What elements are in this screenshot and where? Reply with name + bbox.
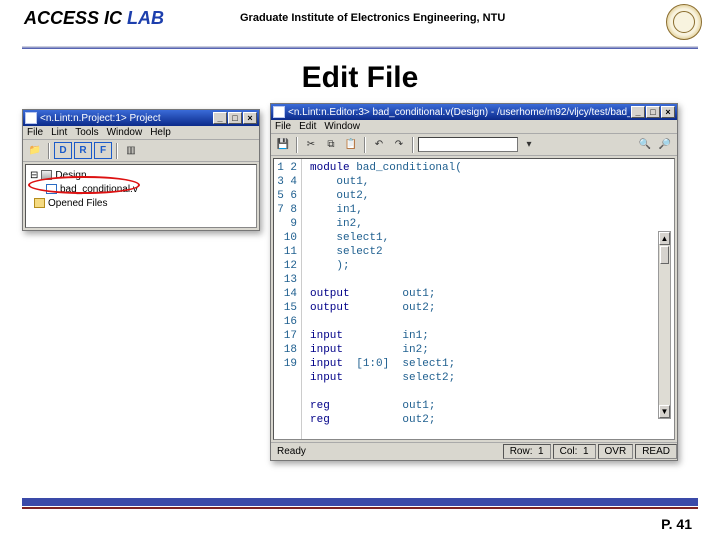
page-title: Edit File	[0, 61, 720, 95]
menu-tools[interactable]: Tools	[75, 127, 98, 138]
maximize-button[interactable]: □	[228, 112, 242, 124]
editor-window-title: <n.Lint:n.Editor:3> bad_conditional.v(De…	[288, 107, 630, 118]
vertical-scrollbar[interactable]: ▲ ▼	[658, 231, 671, 419]
tool-f-button[interactable]: F	[94, 142, 112, 159]
line-gutter: 1 2 3 4 5 6 7 8 9 10 11 12 13 14 15 16 1…	[274, 159, 302, 439]
toolbar-separator	[48, 143, 50, 159]
find-icon[interactable]: 🔍	[636, 136, 654, 153]
save-icon[interactable]: 💾	[274, 136, 292, 153]
lab-title-prefix: ACCESS IC	[24, 8, 127, 28]
undo-icon[interactable]: ↶	[370, 136, 388, 153]
code-editor[interactable]: 1 2 3 4 5 6 7 8 9 10 11 12 13 14 15 16 1…	[273, 158, 675, 440]
toolbar-separator	[412, 137, 414, 153]
status-ovr: OVR	[598, 444, 634, 459]
paste-icon[interactable]: 📋	[342, 136, 360, 153]
menu-lint[interactable]: Lint	[51, 127, 67, 138]
toolbar-separator	[296, 137, 298, 153]
tree-file[interactable]: bad_conditional.v	[30, 182, 252, 196]
menu-help[interactable]: Help	[150, 127, 171, 138]
scroll-thumb[interactable]	[660, 246, 669, 264]
toolbar-separator	[116, 143, 118, 159]
search-input[interactable]	[418, 137, 518, 152]
tree-opened-files[interactable]: Opened Files	[30, 196, 252, 210]
status-col: Col: 1	[553, 444, 596, 459]
minimize-button[interactable]: _	[631, 106, 645, 118]
menu-edit[interactable]: Edit	[299, 121, 316, 132]
editor-menubar: File Edit Window	[271, 120, 677, 134]
tree-opened-label: Opened Files	[48, 198, 107, 209]
footer-bar-accent	[22, 507, 698, 509]
close-button[interactable]: ×	[661, 106, 675, 118]
copy-icon[interactable]: ⧉	[322, 136, 340, 153]
tree-file-label: bad_conditional.v	[60, 184, 138, 195]
header-divider	[22, 46, 698, 49]
tool-d-button[interactable]: D	[54, 142, 72, 159]
page-number: P. 41	[661, 516, 692, 532]
close-button[interactable]: ×	[243, 112, 257, 124]
project-menubar: File Lint Tools Window Help	[23, 126, 259, 140]
verilog-file-icon	[46, 184, 57, 194]
status-row: Row: 1	[503, 444, 551, 459]
ntu-logo-icon	[666, 4, 702, 40]
search-dropdown-icon[interactable]: ▾	[520, 136, 538, 153]
toolbar-separator	[364, 137, 366, 153]
tool-folder-icon[interactable]: 📁	[26, 142, 44, 159]
menu-file[interactable]: File	[27, 127, 43, 138]
disk-icon	[41, 170, 52, 180]
institute-label: Graduate Institute of Electronics Engine…	[240, 12, 505, 24]
code-area[interactable]: module bad_conditional( out1, out2, in1,…	[302, 159, 674, 439]
editor-window-icon	[273, 106, 285, 118]
tree-root[interactable]: ⊟ Design	[30, 168, 252, 182]
project-tree[interactable]: ⊟ Design bad_conditional.v Opened Files	[25, 164, 257, 228]
tool-r-button[interactable]: R	[74, 142, 92, 159]
editor-toolbar: 💾 ✂ ⧉ 📋 ↶ ↷ ▾ 🔍 🔎	[271, 134, 677, 156]
menu-file[interactable]: File	[275, 121, 291, 132]
redo-icon[interactable]: ↷	[390, 136, 408, 153]
editor-window: <n.Lint:n.Editor:3> bad_conditional.v(De…	[270, 103, 678, 461]
scroll-down-icon[interactable]: ▼	[659, 405, 670, 418]
project-window-icon	[25, 112, 37, 124]
scroll-up-icon[interactable]: ▲	[659, 232, 670, 245]
status-ready: Ready	[271, 446, 501, 457]
find-next-icon[interactable]: 🔎	[656, 136, 674, 153]
project-toolbar: 📁 D R F ▥	[23, 140, 259, 162]
minimize-button[interactable]: _	[213, 112, 227, 124]
maximize-button[interactable]: □	[646, 106, 660, 118]
tool-page-icon[interactable]: ▥	[122, 142, 140, 159]
menu-window[interactable]: Window	[107, 127, 143, 138]
status-read: READ	[635, 444, 677, 459]
cut-icon[interactable]: ✂	[302, 136, 320, 153]
project-window: <n.Lint:n.Project:1> Project _ □ × File …	[22, 109, 260, 231]
editor-statusbar: Ready Row: 1 Col: 1 OVR READ	[271, 442, 677, 460]
lab-title-suffix: LAB	[127, 8, 164, 28]
project-titlebar[interactable]: <n.Lint:n.Project:1> Project _ □ ×	[23, 110, 259, 126]
tree-root-label: Design	[55, 170, 86, 181]
editor-titlebar[interactable]: <n.Lint:n.Editor:3> bad_conditional.v(De…	[271, 104, 677, 120]
folder-icon	[34, 198, 45, 208]
project-window-title: <n.Lint:n.Project:1> Project	[40, 113, 212, 124]
menu-window[interactable]: Window	[324, 121, 360, 132]
footer-bar	[22, 498, 698, 506]
